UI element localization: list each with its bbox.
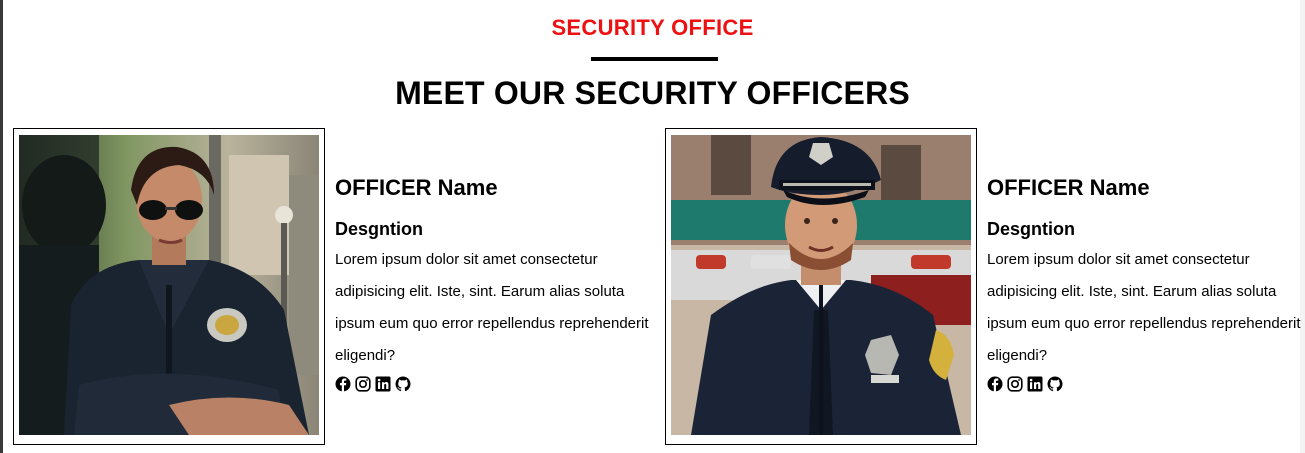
photo-frame	[665, 128, 977, 445]
github-icon[interactable]	[395, 376, 411, 392]
officer-description: Lorem ipsum dolor sit amet consectetur a…	[987, 251, 1301, 364]
officer-name: OFFICER Name	[987, 175, 1150, 200]
title-underline	[591, 57, 718, 61]
linkedin-icon[interactable]	[1027, 376, 1043, 392]
officer-designation: Desgntion	[335, 219, 423, 239]
male-officer-photo	[671, 135, 971, 435]
page-title: MEET OUR SECURITY OFFICERS	[395, 75, 910, 111]
instagram-icon[interactable]	[1007, 376, 1023, 392]
officer-name: OFFICER Name	[335, 175, 498, 200]
female-officer-photo	[19, 135, 319, 435]
instagram-icon[interactable]	[355, 376, 371, 392]
officer-info: OFFICER Name Desgntion Lorem ipsum dolor…	[987, 173, 1305, 392]
section-eyebrow: SECURITY OFFICE	[551, 15, 754, 40]
facebook-icon[interactable]	[335, 376, 351, 392]
officer-info: OFFICER Name Desgntion Lorem ipsum dolor…	[335, 173, 655, 392]
linkedin-icon[interactable]	[375, 376, 391, 392]
photo-frame	[13, 128, 325, 445]
social-links	[335, 376, 655, 392]
officer-description: Lorem ipsum dolor sit amet consectetur a…	[335, 251, 649, 364]
officer-designation: Desgntion	[987, 219, 1075, 239]
github-icon[interactable]	[1047, 376, 1063, 392]
window-edge	[0, 0, 3, 453]
facebook-icon[interactable]	[987, 376, 1003, 392]
social-links	[987, 376, 1305, 392]
